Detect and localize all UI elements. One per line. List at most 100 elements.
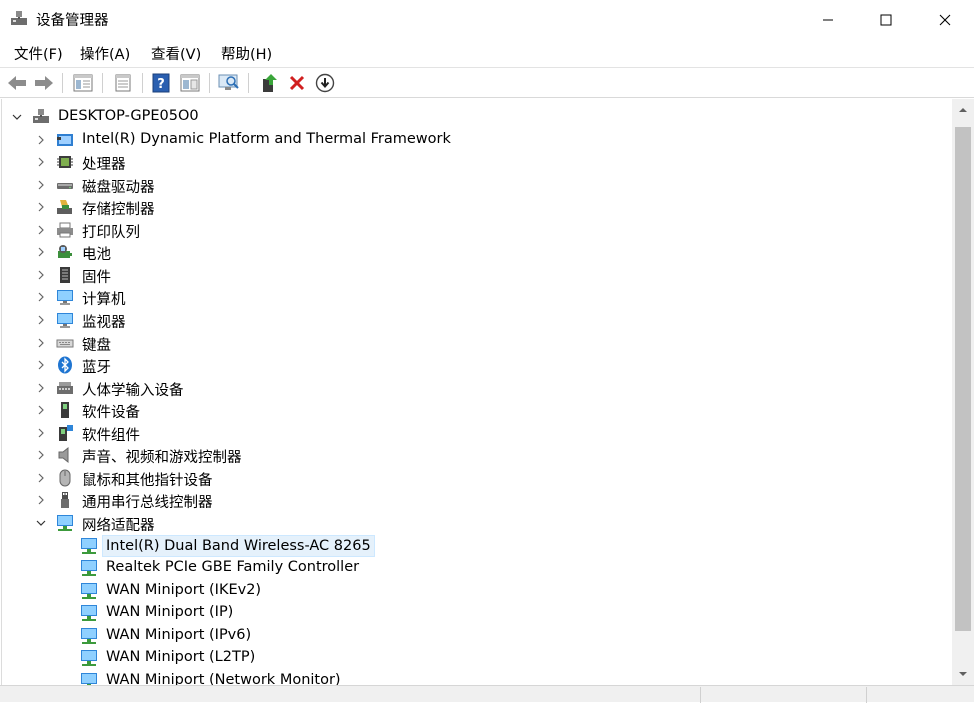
- chevron-right-icon[interactable]: [36, 292, 46, 302]
- scrollbar-thumb[interactable]: [955, 127, 971, 631]
- device-label: Intel(R) Dual Band Wireless-AC 8265: [102, 534, 375, 557]
- toolbar-separator: [142, 73, 143, 93]
- forward-icon: [35, 76, 53, 90]
- tree-category[interactable]: 计算机: [2, 286, 942, 308]
- scroll-down-icon[interactable]: [958, 669, 968, 679]
- category-label: 键盘: [82, 337, 111, 354]
- network-adapter-icon: [81, 582, 97, 599]
- disable-device-button[interactable]: [314, 72, 336, 94]
- tree-category[interactable]: 监视器: [2, 309, 942, 331]
- network-device-item[interactable]: WAN Miniport (IKEv2): [2, 580, 942, 602]
- help-icon: ?: [152, 73, 170, 93]
- menu-action[interactable]: 操作(A): [80, 43, 130, 64]
- tree-category[interactable]: 软件组件: [2, 422, 942, 444]
- minimize-button[interactable]: [799, 0, 857, 39]
- show-hide-tree-button[interactable]: [72, 72, 94, 94]
- category-label: 网络适配器: [82, 517, 155, 534]
- forward-button[interactable]: [33, 72, 55, 94]
- device-tree[interactable]: DESKTOP-GPE05O0 Intel(R) Dynamic Platfor…: [1, 99, 952, 685]
- tree-category[interactable]: 打印队列: [2, 219, 942, 241]
- tree-category[interactable]: Intel(R) Dynamic Platform and Thermal Fr…: [2, 129, 942, 151]
- vertical-scrollbar[interactable]: [952, 99, 974, 685]
- window-title: 设备管理器: [36, 13, 109, 29]
- tree-category[interactable]: 固件: [2, 264, 942, 286]
- update-driver-button[interactable]: [258, 72, 280, 94]
- chevron-right-icon[interactable]: [36, 383, 46, 393]
- network-adapter-icon: [57, 514, 73, 531]
- category-label: 磁盘驱动器: [82, 179, 155, 196]
- help-button[interactable]: ?: [150, 72, 172, 94]
- category-label: 人体学输入设备: [82, 382, 184, 399]
- disable-download-icon: [315, 73, 335, 93]
- category-label: 软件设备: [82, 405, 140, 422]
- tree-category[interactable]: 网络适配器: [2, 512, 942, 534]
- category-label: 存储控制器: [82, 202, 155, 219]
- chevron-right-icon[interactable]: [36, 450, 46, 460]
- maximize-button[interactable]: [857, 0, 915, 39]
- category-label: 通用串行总线控制器: [82, 495, 213, 512]
- update-driver-view-icon: [180, 74, 200, 92]
- tree-category[interactable]: 电池: [2, 241, 942, 263]
- update-driver-view-button[interactable]: [179, 72, 201, 94]
- close-icon: [939, 14, 951, 25]
- status-divider: [700, 687, 701, 703]
- chevron-right-icon[interactable]: [36, 247, 46, 257]
- chevron-right-icon[interactable]: [36, 157, 46, 167]
- chevron-right-icon[interactable]: [36, 338, 46, 348]
- computer-desktop-icon: [33, 109, 49, 123]
- chevron-right-icon[interactable]: [36, 270, 46, 280]
- chevron-right-icon[interactable]: [36, 180, 46, 190]
- chevron-down-icon[interactable]: [12, 112, 22, 122]
- device-label: Realtek PCIe GBE Family Controller: [106, 559, 360, 575]
- tree-category[interactable]: 声音、视频和游戏控制器: [2, 444, 942, 466]
- menu-help[interactable]: 帮助(H): [221, 43, 272, 64]
- chevron-right-icon[interactable]: [36, 225, 46, 235]
- tree-category[interactable]: 软件设备: [2, 399, 942, 421]
- uninstall-button[interactable]: [286, 72, 308, 94]
- scroll-up-icon[interactable]: [958, 105, 968, 115]
- tree-category[interactable]: 人体学输入设备: [2, 377, 942, 399]
- network-device-item[interactable]: WAN Miniport (L2TP): [2, 647, 942, 669]
- network-device-item[interactable]: Realtek PCIe GBE Family Controller: [2, 557, 942, 579]
- properties-button[interactable]: [112, 72, 134, 94]
- chevron-right-icon[interactable]: [36, 473, 46, 483]
- back-button[interactable]: [6, 72, 28, 94]
- menu-view[interactable]: 查看(V): [151, 43, 201, 64]
- network-device-item[interactable]: Intel(R) Dual Band Wireless-AC 8265: [2, 534, 942, 557]
- chevron-right-icon[interactable]: [36, 360, 46, 370]
- chevron-right-icon[interactable]: [36, 495, 46, 505]
- storage-controller-icon: [57, 200, 72, 215]
- category-label: 监视器: [82, 315, 126, 331]
- tree-category[interactable]: 存储控制器: [2, 196, 942, 218]
- close-button[interactable]: [916, 0, 974, 39]
- computer-icon: [57, 290, 73, 306]
- title-bar: 设备管理器: [0, 0, 974, 39]
- tree-category[interactable]: 磁盘驱动器: [2, 174, 942, 196]
- chevron-right-icon[interactable]: [36, 202, 46, 212]
- category-label: 鼠标和其他指针设备: [82, 472, 213, 489]
- toolbar-separator: [102, 73, 103, 93]
- chevron-right-icon[interactable]: [36, 405, 46, 415]
- chevron-right-icon[interactable]: [36, 315, 46, 325]
- tree-category[interactable]: 蓝牙: [2, 354, 942, 376]
- network-device-item[interactable]: WAN Miniport (Network Monitor): [2, 670, 942, 685]
- menu-file[interactable]: 文件(F): [14, 43, 63, 64]
- battery-icon: [58, 245, 72, 259]
- category-label: 处理器: [82, 157, 126, 174]
- network-adapter-icon: [81, 605, 97, 622]
- tree-category[interactable]: 鼠标和其他指针设备: [2, 467, 942, 489]
- software-component-icon: [59, 424, 73, 441]
- tree-category[interactable]: 键盘: [2, 332, 942, 354]
- network-device-item[interactable]: WAN Miniport (IPv6): [2, 625, 942, 647]
- device-label: WAN Miniport (L2TP): [106, 649, 256, 666]
- tree-category[interactable]: 处理器: [2, 151, 942, 173]
- device-manager-icon: [11, 11, 27, 25]
- chevron-right-icon[interactable]: [36, 135, 46, 145]
- tree-category[interactable]: 通用串行总线控制器: [2, 489, 942, 511]
- network-device-item[interactable]: WAN Miniport (IP): [2, 602, 942, 624]
- thermal-framework-icon: [57, 133, 73, 146]
- chevron-right-icon[interactable]: [36, 428, 46, 438]
- scan-hardware-button[interactable]: [218, 72, 240, 94]
- tree-root[interactable]: DESKTOP-GPE05O0: [2, 106, 942, 128]
- chevron-down-icon[interactable]: [36, 518, 46, 528]
